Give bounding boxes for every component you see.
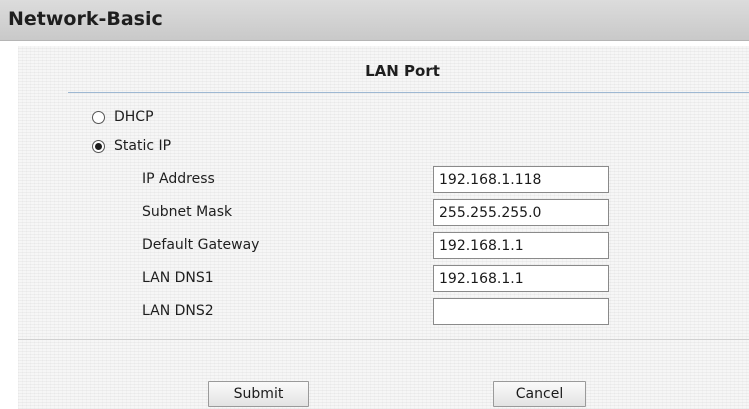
dhcp-radio-option[interactable]: DHCP	[92, 107, 154, 127]
lan-dns1-label: LAN DNS1	[142, 270, 214, 286]
page-header: Network-Basic	[0, 0, 749, 41]
submit-button[interactable]: Submit	[208, 381, 309, 407]
subnet-mask-input[interactable]	[433, 199, 609, 226]
static-ip-radio-label: Static IP	[114, 138, 172, 154]
static-ip-radio-option[interactable]: Static IP	[92, 136, 171, 156]
lan-dns2-label: LAN DNS2	[142, 303, 214, 319]
section-title: LAN Port	[365, 62, 440, 80]
form-divider	[18, 339, 749, 340]
dhcp-radio-label: DHCP	[114, 109, 154, 125]
section-divider	[68, 92, 749, 93]
ip-address-label: IP Address	[142, 171, 215, 187]
subnet-mask-label: Subnet Mask	[142, 204, 233, 220]
default-gateway-input[interactable]	[433, 232, 609, 259]
lan-dns2-input[interactable]	[433, 298, 609, 325]
page-title: Network-Basic	[8, 8, 163, 30]
ip-address-input[interactable]	[433, 166, 609, 193]
cancel-button[interactable]: Cancel	[493, 381, 586, 407]
lan-port-panel: LAN Port DHCP Static IP IP Address Subne…	[18, 46, 749, 409]
dhcp-radio-button[interactable]	[92, 110, 105, 124]
default-gateway-label: Default Gateway	[142, 237, 260, 253]
static-ip-radio-button[interactable]	[92, 139, 105, 153]
lan-dns1-input[interactable]	[433, 265, 609, 292]
